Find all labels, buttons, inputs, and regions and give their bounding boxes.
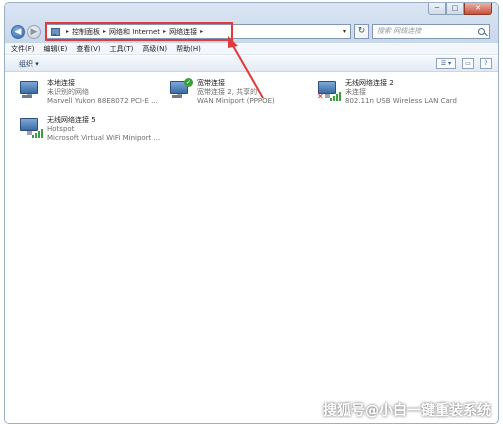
- menu-view[interactable]: 查看(V): [76, 44, 100, 54]
- broadband-icon: ✓: [169, 78, 193, 101]
- wireless-icon: ✕: [317, 79, 341, 101]
- address-dropdown-icon[interactable]: ▾: [343, 28, 346, 35]
- menu-help[interactable]: 帮助(H): [176, 44, 201, 54]
- connection-status: 未连接: [345, 88, 366, 96]
- connection-status: 宽带连接 2, 共享的: [197, 88, 258, 96]
- organize-button[interactable]: 组织 ▾: [19, 59, 39, 69]
- wireless-icon: [19, 116, 43, 138]
- ethernet-icon: [19, 79, 41, 101]
- connection-item-wireless-2[interactable]: ✕ 无线网络连接 2 未连接 802.11n USB Wireless LAN …: [317, 79, 457, 106]
- connection-item-local[interactable]: 本地连接 未识别的网络 Marvell Yukon 88E8072 PCI-E …: [19, 79, 158, 106]
- close-button[interactable]: ✕: [464, 3, 492, 15]
- connections-list: 本地连接 未识别的网络 Marvell Yukon 88E8072 PCI-E …: [5, 73, 498, 423]
- menu-edit[interactable]: 编辑(E): [44, 44, 68, 54]
- address-highlight-box: [45, 22, 233, 41]
- maximize-button[interactable]: □: [446, 3, 464, 15]
- menu-tools[interactable]: 工具(T): [110, 44, 134, 54]
- connection-name: 宽带连接: [197, 79, 225, 87]
- connection-item-wireless-5[interactable]: 无线网络连接 5 Hotspot Microsoft Virtual WiFi …: [19, 116, 160, 143]
- menu-file[interactable]: 文件(F): [11, 44, 35, 54]
- explorer-window: ─ □ ✕ ◀ ▶ ▸ 控制面板 ▸ 网络和 Internet ▸ 网络连接 ▸…: [4, 2, 499, 424]
- preview-pane-icon[interactable]: ▭: [462, 58, 474, 69]
- minimize-button[interactable]: ─: [428, 3, 446, 15]
- command-toolbar: 组织 ▾ ☰ ▾ ▭ ?: [5, 56, 498, 72]
- connection-status: Hotspot: [47, 125, 75, 133]
- connection-name: 无线网络连接 5: [47, 116, 96, 124]
- menu-advanced[interactable]: 高级(N): [142, 44, 167, 54]
- connection-device: Microsoft Virtual WiFi Miniport ...: [47, 134, 161, 142]
- search-input[interactable]: 搜索 网络连接: [372, 24, 490, 39]
- watermark: 搜狐号@小白一键重装系统: [323, 403, 491, 419]
- connection-status: 未识别的网络: [47, 88, 89, 96]
- connection-name: 无线网络连接 2: [345, 79, 394, 87]
- connected-check-icon: ✓: [184, 78, 193, 87]
- back-button[interactable]: ◀: [11, 25, 25, 39]
- connection-device: WAN Miniport (PPPOE): [197, 97, 275, 105]
- view-options-icon[interactable]: ☰ ▾: [436, 58, 456, 69]
- refresh-button[interactable]: ↻: [354, 24, 369, 39]
- help-icon[interactable]: ?: [480, 58, 492, 69]
- connection-item-broadband[interactable]: ✓ 宽带连接 宽带连接 2, 共享的 WAN Miniport (PPPOE): [169, 78, 275, 106]
- search-icon[interactable]: [478, 28, 485, 35]
- connection-device: 802.11n USB Wireless LAN Card: [345, 97, 457, 105]
- menu-bar: 文件(F) 编辑(E) 查看(V) 工具(T) 高级(N) 帮助(H): [5, 43, 498, 55]
- connection-device: Marvell Yukon 88E8072 PCI-E ...: [47, 97, 158, 105]
- connection-name: 本地连接: [47, 79, 75, 87]
- toolbar-right: ☰ ▾ ▭ ?: [430, 58, 492, 69]
- forward-button[interactable]: ▶: [27, 25, 41, 39]
- disconnected-x-icon: ✕: [317, 92, 324, 101]
- caption-buttons: ─ □ ✕: [428, 3, 492, 15]
